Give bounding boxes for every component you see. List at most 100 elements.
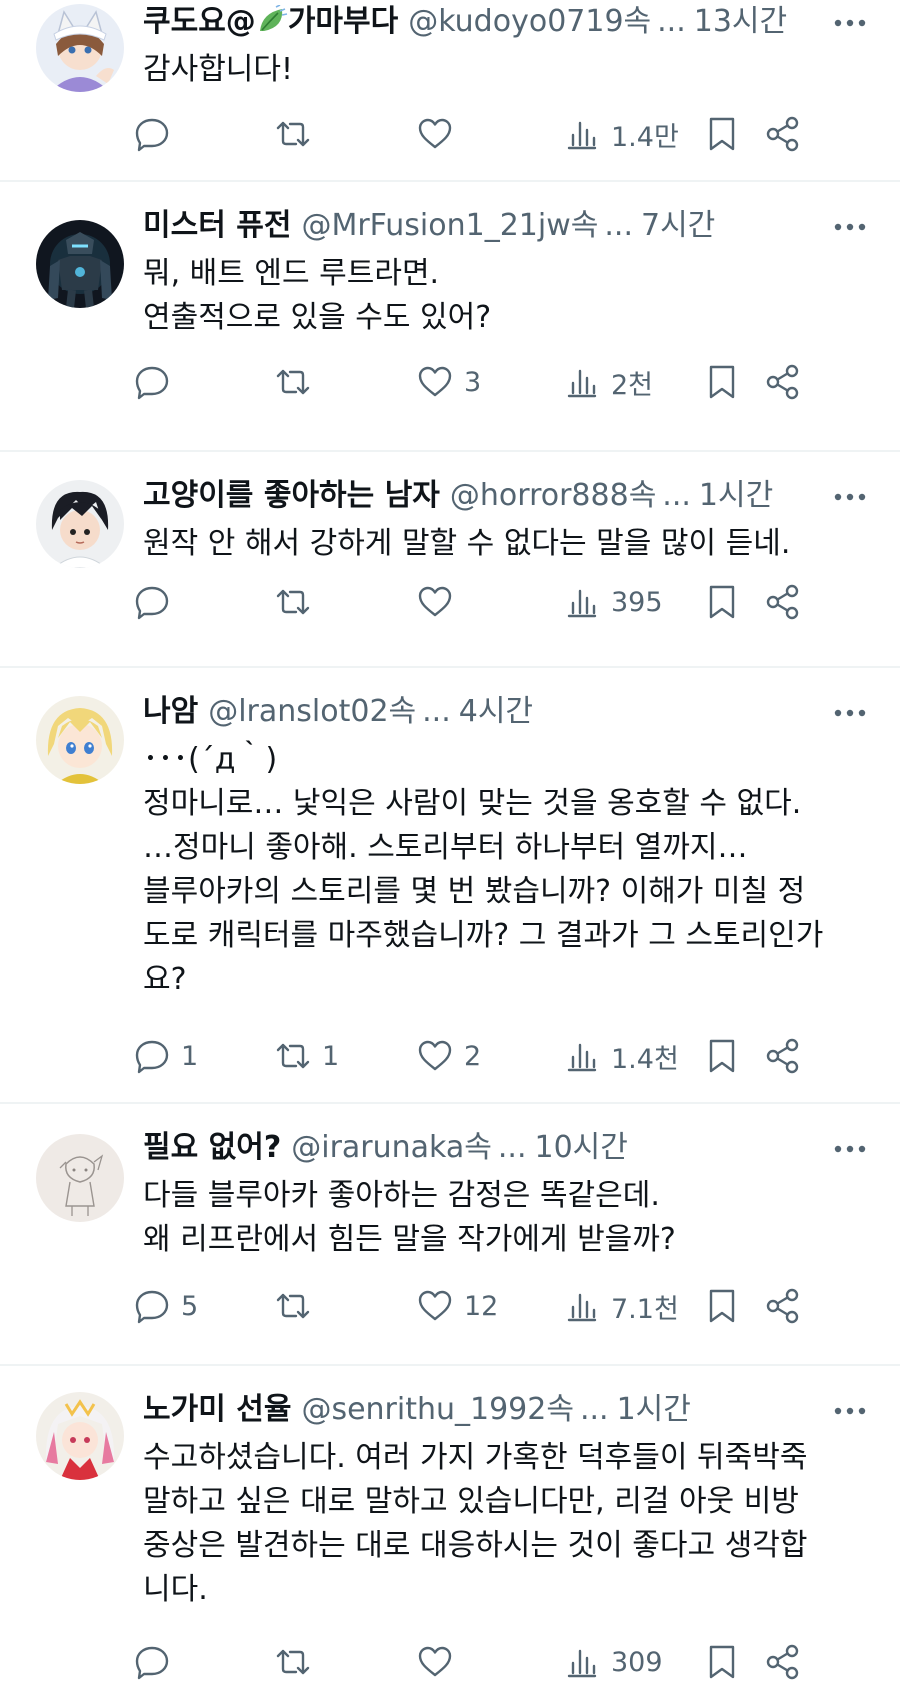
views-button[interactable]: 2천: [563, 360, 653, 404]
retweet-button[interactable]: [274, 580, 322, 624]
tweet-reply[interactable]: 나암 @lranslot02속... 4시간 ･･･(´д｀) 정마니로… 낯익은…: [0, 668, 900, 1102]
ellipsis: ...: [579, 1392, 609, 1427]
bookmark-icon: [709, 1289, 735, 1323]
avatar[interactable]: [36, 1392, 124, 1480]
share-button[interactable]: [764, 1640, 802, 1684]
reply-button[interactable]: [133, 112, 181, 156]
view-count: 2천: [611, 369, 654, 401]
share-button[interactable]: [764, 1284, 802, 1328]
display-name[interactable]: 나암: [143, 692, 198, 732]
like-button[interactable]: 12: [416, 1284, 498, 1328]
avatar[interactable]: [36, 220, 124, 308]
retweet-button[interactable]: [274, 112, 322, 156]
tweet-reply[interactable]: 고양이를 좋아하는 남자 @horror888속... 1시간 원작 안 해서 강…: [0, 452, 900, 666]
more-options-button[interactable]: [830, 1391, 870, 1431]
user-handle[interactable]: @horror888속: [450, 476, 656, 516]
user-handle[interactable]: @MrFusion1_21jw속: [301, 206, 598, 246]
share-button[interactable]: [764, 112, 802, 156]
retweet-button[interactable]: [274, 360, 322, 404]
tweet-header: 고양이를 좋아하는 남자 @horror888속... 1시간: [143, 476, 840, 516]
avatar[interactable]: [36, 696, 124, 784]
user-handle[interactable]: @kudoyo0719속: [408, 2, 651, 42]
tweet-reply[interactable]: 쿠도요@ 가마부다 @kudoyo0719속... 13시간 감사합니다! 1.4만: [0, 0, 900, 178]
bookmark-button[interactable]: [703, 360, 741, 404]
more-dots-icon: [834, 493, 866, 501]
ellipsis: ...: [422, 694, 451, 729]
timestamp[interactable]: 4시간: [459, 692, 533, 732]
more-options-button[interactable]: [830, 1129, 870, 1169]
bar-chart-icon: [567, 589, 597, 618]
reply-button[interactable]: 5: [133, 1284, 198, 1328]
share-button[interactable]: [764, 360, 802, 404]
heart-icon: [418, 118, 452, 149]
bookmark-button[interactable]: [703, 112, 741, 156]
more-options-button[interactable]: [830, 3, 870, 43]
tweet-header: 필요 없어? @irarunaka속... 10시간: [143, 1128, 840, 1168]
more-dots-icon: [834, 1407, 866, 1415]
like-button[interactable]: 2: [416, 1034, 481, 1078]
share-button[interactable]: [764, 1034, 802, 1078]
bookmark-button[interactable]: [703, 1640, 741, 1684]
display-name[interactable]: 노가미 선율: [143, 1390, 291, 1430]
display-name[interactable]: 고양이를 좋아하는 남자: [143, 476, 440, 516]
bookmark-button[interactable]: [703, 580, 741, 624]
reply-button[interactable]: [133, 580, 181, 624]
avatar[interactable]: [36, 480, 124, 568]
retweet-button[interactable]: [274, 1640, 322, 1684]
view-count: 395: [611, 586, 663, 618]
display-name[interactable]: 미스터 퓨전: [143, 206, 291, 246]
bookmark-button[interactable]: [703, 1034, 741, 1078]
reply-button[interactable]: [133, 360, 181, 404]
view-count: 1.4천: [611, 1043, 679, 1075]
timestamp[interactable]: 1시간: [617, 1390, 691, 1430]
avatar[interactable]: [36, 1134, 124, 1222]
views-button[interactable]: 7.1천: [563, 1284, 679, 1328]
bookmark-button[interactable]: [703, 1284, 741, 1328]
views-button[interactable]: 1.4만: [563, 112, 679, 156]
tweet-text: 원작 안 해서 강하게 말할 수 없다는 말을 많이 듣네.: [143, 526, 791, 561]
tweet-header: 노가미 선율 @senrithu_1992속... 1시간: [143, 1390, 840, 1430]
more-options-button[interactable]: [830, 477, 870, 517]
tweet-reply[interactable]: 필요 없어? @irarunaka속... 10시간 다들 블루아카 좋아하는 감…: [0, 1104, 900, 1364]
user-handle[interactable]: @lranslot02속: [208, 692, 416, 732]
share-icon: [766, 364, 799, 400]
timestamp[interactable]: 10시간: [535, 1128, 628, 1168]
tweet-text: 다들 블루아카 좋아하는 감정은 똑같은데. 왜 리프란에서 힘든 말을 작가에…: [143, 1178, 676, 1257]
user-handle[interactable]: @senrithu_1992속: [301, 1390, 574, 1430]
more-options-button[interactable]: [830, 693, 870, 733]
more-dots-icon: [834, 223, 866, 231]
timestamp[interactable]: 7시간: [641, 206, 715, 246]
timestamp[interactable]: 1시간: [699, 476, 773, 516]
heart-icon: [418, 1646, 452, 1677]
bar-chart-icon: [567, 121, 597, 150]
ellipsis: ...: [497, 1130, 527, 1165]
like-button[interactable]: [416, 112, 464, 156]
like-button[interactable]: [416, 1640, 464, 1684]
views-button[interactable]: 309: [563, 1640, 663, 1684]
like-count: 2: [464, 1040, 482, 1072]
reply-button[interactable]: 1: [133, 1034, 198, 1078]
reply-button[interactable]: [133, 1640, 181, 1684]
more-options-button[interactable]: [830, 207, 870, 247]
tweet-reply[interactable]: 노가미 선율 @senrithu_1992속... 1시간 수고하셨습니다. 여러…: [0, 1366, 900, 1689]
bookmark-icon: [709, 365, 735, 399]
tweet-text: 수고하셨습니다. 여러 가지 가혹한 덕후들이 뒤죽박죽 말하고 싶은 대로 말…: [143, 1440, 808, 1607]
speech-bubble-icon: [135, 118, 169, 152]
bookmark-icon: [709, 117, 735, 151]
like-count: 12: [464, 1290, 499, 1322]
tweet-reply[interactable]: 미스터 퓨전 @MrFusion1_21jw속... 7시간 뭐, 배트 엔드 루…: [0, 182, 900, 450]
timestamp[interactable]: 13시간: [694, 2, 787, 42]
retweet-button[interactable]: [274, 1284, 322, 1328]
avatar[interactable]: [36, 4, 124, 92]
views-button[interactable]: 1.4천: [563, 1034, 679, 1078]
like-button[interactable]: 3: [416, 360, 481, 404]
views-button[interactable]: 395: [563, 580, 663, 624]
share-button[interactable]: [764, 580, 802, 624]
tweet-text: 뭐, 배트 엔드 루트라면. 연출적으로 있을 수도 있어?: [143, 256, 492, 335]
retweet-button[interactable]: 1: [274, 1034, 339, 1078]
display-name[interactable]: 쿠도요@ 가마부다: [143, 2, 398, 42]
like-button[interactable]: [416, 580, 464, 624]
user-handle[interactable]: @irarunaka속: [291, 1128, 492, 1168]
display-name[interactable]: 필요 없어?: [143, 1128, 281, 1168]
retweet-icon: [276, 121, 310, 147]
